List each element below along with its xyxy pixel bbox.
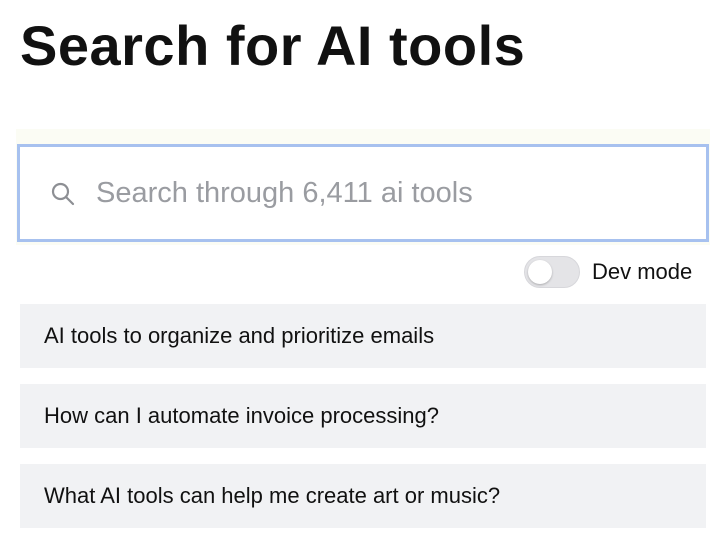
dev-mode-toggle[interactable] xyxy=(524,256,580,288)
suggestion-item[interactable]: AI tools to organize and prioritize emai… xyxy=(20,304,706,368)
suggestion-item[interactable]: What AI tools can help me create art or … xyxy=(20,464,706,528)
search-input[interactable] xyxy=(96,169,686,217)
suggestion-item[interactable]: How can I automate invoice processing? xyxy=(20,384,706,448)
suggestion-label: How can I automate invoice processing? xyxy=(44,403,439,428)
dev-mode-label: Dev mode xyxy=(592,259,693,284)
search-icon xyxy=(51,182,75,206)
suggestion-label: What AI tools can help me create art or … xyxy=(44,483,501,508)
search-box[interactable] xyxy=(17,144,709,242)
page-title: Search for AI tools xyxy=(20,14,526,77)
page: Search for AI tools Dev mode AI tools to… xyxy=(0,0,720,539)
suggestion-label: AI tools to organize and prioritize emai… xyxy=(44,323,435,348)
toggle-knob xyxy=(528,260,552,284)
